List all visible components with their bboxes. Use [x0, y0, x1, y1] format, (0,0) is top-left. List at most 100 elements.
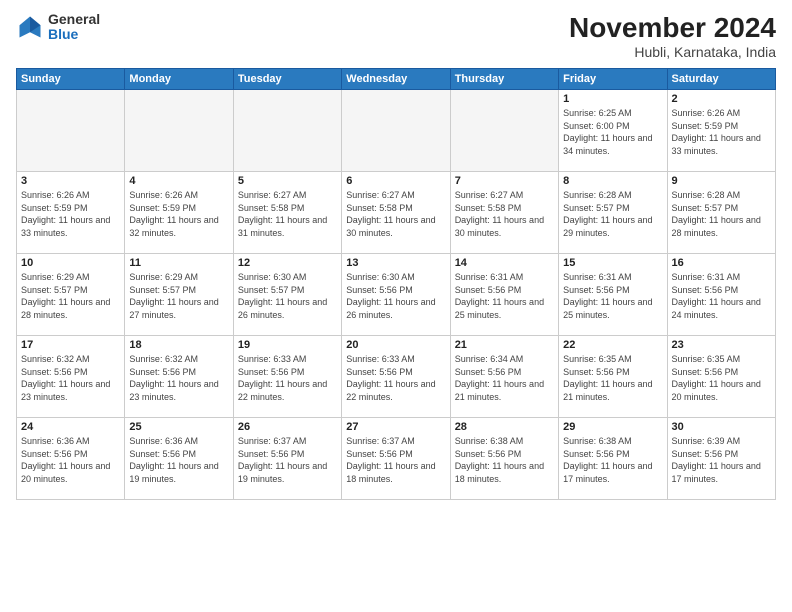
day-number: 4 [129, 175, 228, 187]
day-info: Sunrise: 6:31 AM Sunset: 5:56 PM Dayligh… [672, 271, 771, 321]
title-block: November 2024 Hubli, Karnataka, India [569, 12, 776, 60]
day-number: 29 [563, 421, 662, 433]
table-cell [233, 90, 341, 172]
day-number: 22 [563, 339, 662, 351]
day-number: 23 [672, 339, 771, 351]
table-cell: 4 Sunrise: 6:26 AM Sunset: 5:59 PM Daylig… [125, 172, 233, 254]
table-cell: 25Sunrise: 6:36 AM Sunset: 5:56 PM Dayli… [125, 418, 233, 500]
day-number: 1 [563, 93, 662, 105]
table-cell: 9Sunrise: 6:28 AM Sunset: 5:57 PM Daylig… [667, 172, 775, 254]
table-cell: 5Sunrise: 6:27 AM Sunset: 5:58 PM Daylig… [233, 172, 341, 254]
col-monday: Monday [125, 69, 233, 90]
table-cell: 15 Sunrise: 6:31 AM Sunset: 5:56 PM Dayli… [559, 254, 667, 336]
day-info: Sunrise: 6:27 AM Sunset: 5:58 PM Dayligh… [238, 189, 337, 239]
table-cell: 6 Sunrise: 6:27 AM Sunset: 5:58 PM Daylig… [342, 172, 450, 254]
col-sunday: Sunday [17, 69, 125, 90]
table-cell [342, 90, 450, 172]
table-cell: 11 Sunrise: 6:29 AM Sunset: 5:57 PM Dayli… [125, 254, 233, 336]
day-number: 14 [455, 257, 554, 269]
col-wednesday: Wednesday [342, 69, 450, 90]
table-cell: 18 Sunrise: 6:32 AM Sunset: 5:56 PM Dayli… [125, 336, 233, 418]
logo-general: General [48, 12, 100, 27]
day-number: 3 [21, 175, 120, 187]
day-info: Sunrise: 6:29 AM Sunset: 5:57 PM Dayligh… [129, 271, 228, 321]
table-cell: 24 Sunrise: 6:36 AM Sunset: 5:56 PM Dayli… [17, 418, 125, 500]
day-info: Sunrise: 6:34 AM Sunset: 5:56 PM Dayligh… [455, 353, 554, 403]
day-number: 28 [455, 421, 554, 433]
day-info: Sunrise: 6:26 AM Sunset: 5:59 PM Dayligh… [672, 107, 771, 157]
table-cell: 1 Sunrise: 6:25 AM Sunset: 6:00 PM Daylig… [559, 90, 667, 172]
day-number: 7 [455, 175, 554, 187]
logo-icon [16, 13, 44, 41]
day-number: 11 [129, 257, 228, 269]
week-row-3: 17 Sunrise: 6:32 AM Sunset: 5:56 PM Dayli… [17, 336, 776, 418]
day-number: 6 [346, 175, 445, 187]
calendar: Sunday Monday Tuesday Wednesday Thursday… [16, 68, 776, 500]
day-number: 26 [238, 421, 337, 433]
day-info: Sunrise: 6:32 AM Sunset: 5:56 PM Dayligh… [21, 353, 120, 403]
week-row-2: 10Sunrise: 6:29 AM Sunset: 5:57 PM Dayli… [17, 254, 776, 336]
day-number: 15 [563, 257, 662, 269]
col-friday: Friday [559, 69, 667, 90]
day-info: Sunrise: 6:28 AM Sunset: 5:57 PM Dayligh… [563, 189, 662, 239]
day-number: 20 [346, 339, 445, 351]
day-info: Sunrise: 6:30 AM Sunset: 5:57 PM Dayligh… [238, 271, 337, 321]
day-info: Sunrise: 6:37 AM Sunset: 5:56 PM Dayligh… [346, 435, 445, 485]
day-info: Sunrise: 6:36 AM Sunset: 5:56 PM Dayligh… [21, 435, 120, 485]
week-row-4: 24 Sunrise: 6:36 AM Sunset: 5:56 PM Dayli… [17, 418, 776, 500]
table-cell [125, 90, 233, 172]
day-info: Sunrise: 6:26 AM Sunset: 5:59 PM Dayligh… [129, 189, 228, 239]
day-number: 30 [672, 421, 771, 433]
calendar-header-row: Sunday Monday Tuesday Wednesday Thursday… [17, 69, 776, 90]
table-cell: 2 Sunrise: 6:26 AM Sunset: 5:59 PM Daylig… [667, 90, 775, 172]
table-cell: 10Sunrise: 6:29 AM Sunset: 5:57 PM Dayli… [17, 254, 125, 336]
table-cell: 26Sunrise: 6:37 AM Sunset: 5:56 PM Dayli… [233, 418, 341, 500]
location-title: Hubli, Karnataka, India [569, 44, 776, 60]
table-cell [450, 90, 558, 172]
day-number: 18 [129, 339, 228, 351]
day-number: 2 [672, 93, 771, 105]
day-info: Sunrise: 6:29 AM Sunset: 5:57 PM Dayligh… [21, 271, 120, 321]
day-info: Sunrise: 6:27 AM Sunset: 5:58 PM Dayligh… [346, 189, 445, 239]
table-cell: 29 Sunrise: 6:38 AM Sunset: 5:56 PM Dayli… [559, 418, 667, 500]
table-cell [17, 90, 125, 172]
day-info: Sunrise: 6:31 AM Sunset: 5:56 PM Dayligh… [455, 271, 554, 321]
day-number: 27 [346, 421, 445, 433]
day-info: Sunrise: 6:26 AM Sunset: 5:59 PM Dayligh… [21, 189, 120, 239]
logo-text: General Blue [48, 12, 100, 43]
week-row-0: 1 Sunrise: 6:25 AM Sunset: 6:00 PM Daylig… [17, 90, 776, 172]
day-number: 8 [563, 175, 662, 187]
table-cell: 27 Sunrise: 6:37 AM Sunset: 5:56 PM Dayli… [342, 418, 450, 500]
day-number: 24 [21, 421, 120, 433]
table-cell: 20Sunrise: 6:33 AM Sunset: 5:56 PM Dayli… [342, 336, 450, 418]
day-info: Sunrise: 6:39 AM Sunset: 5:56 PM Dayligh… [672, 435, 771, 485]
logo: General Blue [16, 12, 100, 43]
page: General Blue November 2024 Hubli, Karnat… [0, 0, 792, 612]
day-number: 13 [346, 257, 445, 269]
header: General Blue November 2024 Hubli, Karnat… [16, 12, 776, 60]
col-tuesday: Tuesday [233, 69, 341, 90]
col-thursday: Thursday [450, 69, 558, 90]
day-number: 21 [455, 339, 554, 351]
logo-blue: Blue [48, 27, 100, 42]
week-row-1: 3 Sunrise: 6:26 AM Sunset: 5:59 PM Daylig… [17, 172, 776, 254]
table-cell: 3 Sunrise: 6:26 AM Sunset: 5:59 PM Daylig… [17, 172, 125, 254]
table-cell: 12 Sunrise: 6:30 AM Sunset: 5:57 PM Dayli… [233, 254, 341, 336]
day-info: Sunrise: 6:38 AM Sunset: 5:56 PM Dayligh… [455, 435, 554, 485]
month-title: November 2024 [569, 12, 776, 44]
day-number: 12 [238, 257, 337, 269]
table-cell: 13 Sunrise: 6:30 AM Sunset: 5:56 PM Dayli… [342, 254, 450, 336]
day-info: Sunrise: 6:25 AM Sunset: 6:00 PM Dayligh… [563, 107, 662, 157]
day-info: Sunrise: 6:31 AM Sunset: 5:56 PM Dayligh… [563, 271, 662, 321]
table-cell: 16 Sunrise: 6:31 AM Sunset: 5:56 PM Dayli… [667, 254, 775, 336]
day-number: 19 [238, 339, 337, 351]
day-number: 16 [672, 257, 771, 269]
day-info: Sunrise: 6:33 AM Sunset: 5:56 PM Dayligh… [238, 353, 337, 403]
day-info: Sunrise: 6:32 AM Sunset: 5:56 PM Dayligh… [129, 353, 228, 403]
day-number: 9 [672, 175, 771, 187]
day-number: 17 [21, 339, 120, 351]
day-info: Sunrise: 6:35 AM Sunset: 5:56 PM Dayligh… [563, 353, 662, 403]
table-cell: 8 Sunrise: 6:28 AM Sunset: 5:57 PM Daylig… [559, 172, 667, 254]
day-info: Sunrise: 6:30 AM Sunset: 5:56 PM Dayligh… [346, 271, 445, 321]
day-info: Sunrise: 6:38 AM Sunset: 5:56 PM Dayligh… [563, 435, 662, 485]
